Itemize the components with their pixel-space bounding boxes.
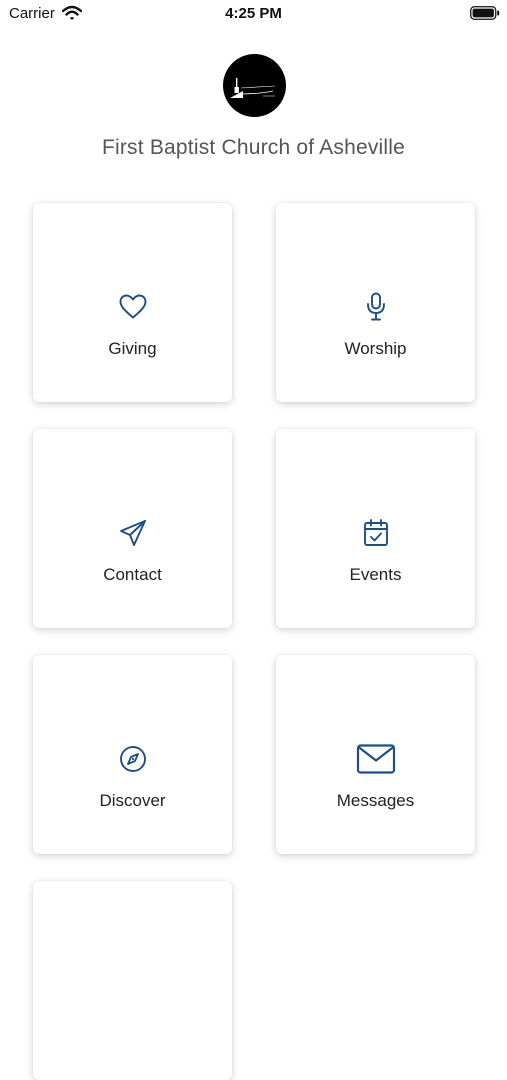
church-name: First Baptist Church of Asheville: [101, 136, 406, 159]
messages-label: Messages: [336, 791, 415, 810]
contact-label: Contact: [103, 565, 162, 584]
contact-tile[interactable]: Contact: [33, 429, 232, 628]
envelope-icon: [276, 743, 475, 775]
status-time: 4:25 PM: [225, 5, 282, 22]
paper-plane-icon: [33, 517, 232, 549]
events-label: Events: [349, 565, 402, 584]
messages-tile[interactable]: Messages: [276, 655, 475, 854]
status-bar: Carrier 4:25 PM: [0, 0, 507, 30]
discover-tile[interactable]: Discover: [33, 655, 232, 854]
worship-tile[interactable]: Worship: [276, 203, 475, 402]
giving-label: Giving: [108, 339, 157, 358]
events-tile[interactable]: Events: [276, 429, 475, 628]
giving-tile[interactable]: Giving: [33, 203, 232, 402]
calendar-check-icon: [276, 517, 475, 549]
church-logo: [223, 54, 286, 117]
worship-label: Worship: [344, 339, 407, 358]
discover-label: Discover: [99, 791, 166, 810]
compass-icon: [33, 743, 232, 775]
microphone-icon: [276, 291, 475, 323]
heart-icon: [33, 291, 232, 323]
battery-icon: [470, 6, 500, 20]
next-tile-partial[interactable]: [33, 881, 232, 1080]
